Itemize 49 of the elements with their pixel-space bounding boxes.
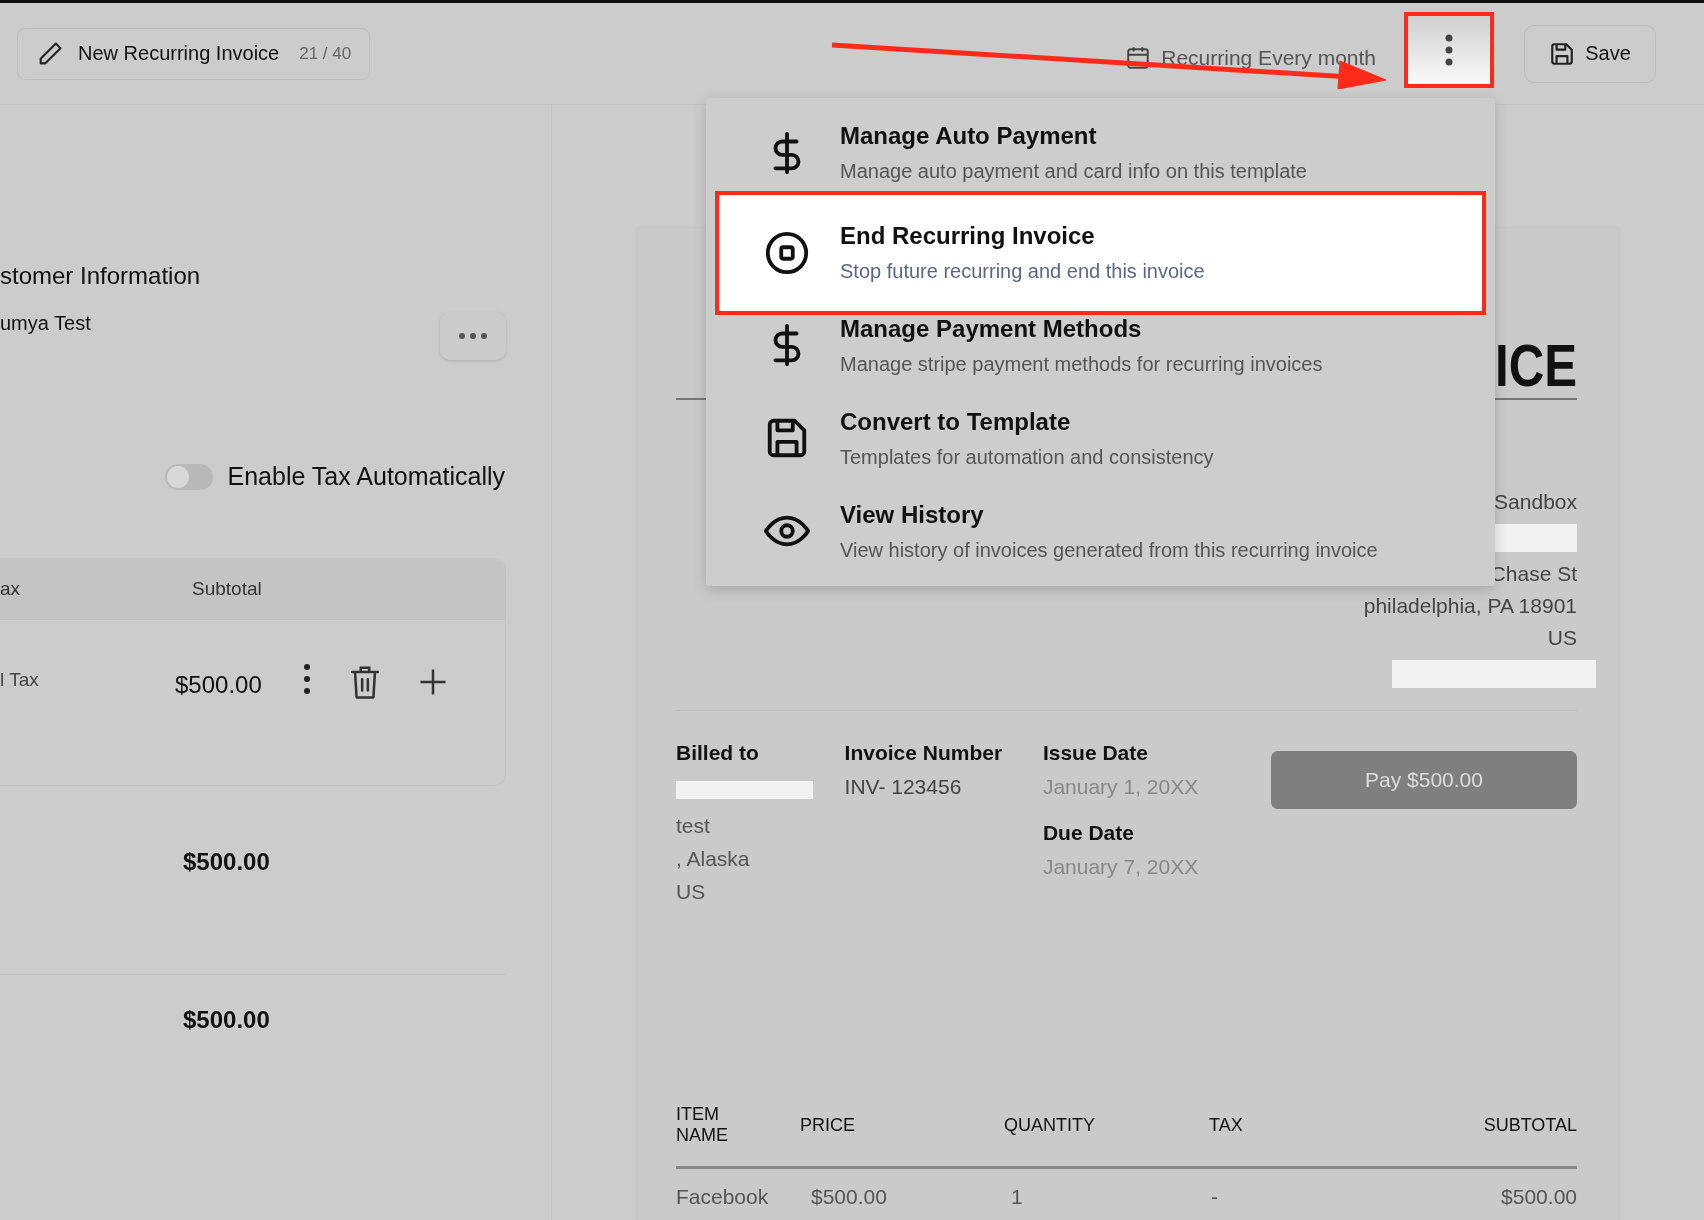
billed-to-label: Billed to	[676, 741, 760, 765]
table-cell-text: Facebook	[676, 1185, 770, 1209]
total-amount: $500.00	[183, 848, 270, 875]
field-label: Invoice Number	[844, 741, 1004, 765]
address-line: , Alaska	[676, 846, 751, 872]
more-options-button[interactable]	[440, 312, 506, 360]
recurrence-label: Recurring Every month	[1161, 45, 1376, 70]
field-label: Due Date	[1042, 821, 1135, 845]
column-header: SUBTOTAL	[1482, 1114, 1577, 1136]
character-count: 21 / 40	[299, 43, 352, 64]
table-cell-text: -	[1211, 1185, 1219, 1209]
stop-circle-icon	[764, 229, 810, 276]
issue-date: January 1, 20XX	[1042, 775, 1200, 799]
more-options-button[interactable]	[1404, 11, 1494, 88]
table-cell-text: $500.00	[1500, 1185, 1577, 1209]
table-cell-text: $500.00	[811, 1185, 888, 1209]
tax-toggle[interactable]	[164, 463, 213, 490]
section-title: stomer Information	[0, 262, 202, 290]
sender-line: US	[1547, 625, 1577, 651]
menu-item[interactable]: View History View history of invoices generated from this recurring invoice	[715, 484, 1486, 578]
column-header: QUANTITY	[1004, 1114, 1096, 1136]
subtotal-cell-text: $500.00	[175, 670, 263, 699]
invoice-name-field[interactable]: New Recurring Invoice 21 / 40	[17, 27, 371, 80]
invoice-name: New Recurring Invoice	[78, 42, 280, 65]
menu-item[interactable]: End Recurring Invoice Stop future recurring and end this invoice	[715, 191, 1486, 315]
due-date: January 7, 20XX	[1042, 855, 1200, 879]
toggle-label: Enable Tax Automatically	[227, 462, 505, 491]
sender-line: philadelphia, PA 18901	[1363, 593, 1577, 619]
column-header: Subtotal	[192, 578, 262, 600]
tax-cell-text: l Tax	[0, 668, 40, 691]
horizontal-dots-icon	[458, 332, 488, 340]
table-cell-text: 1	[1011, 1185, 1024, 1209]
invoice-number: INV- 123456	[844, 775, 963, 799]
menu-item[interactable]: Convert to Template Templates for automation and consistency	[715, 391, 1486, 485]
customer-name: umya Test	[0, 312, 91, 335]
address-line: US	[676, 879, 707, 905]
sender-line: Sandbox	[1494, 489, 1577, 515]
column-header: TAX	[1209, 1114, 1244, 1136]
kebab-menu-icon[interactable]	[302, 663, 312, 695]
field-label: Issue Date	[1042, 741, 1149, 765]
address-line: test	[676, 813, 711, 839]
column-header: ax	[0, 578, 22, 600]
calendar-icon	[1125, 44, 1152, 71]
save-button[interactable]: Save	[1524, 24, 1656, 83]
invoice-title: ICE	[1494, 336, 1577, 396]
column-header: PRICE	[800, 1114, 856, 1136]
column-header: ITEM NAME	[676, 1104, 729, 1146]
total-amount: $500.00	[183, 1006, 270, 1033]
vertical-dots-icon	[1444, 32, 1454, 67]
